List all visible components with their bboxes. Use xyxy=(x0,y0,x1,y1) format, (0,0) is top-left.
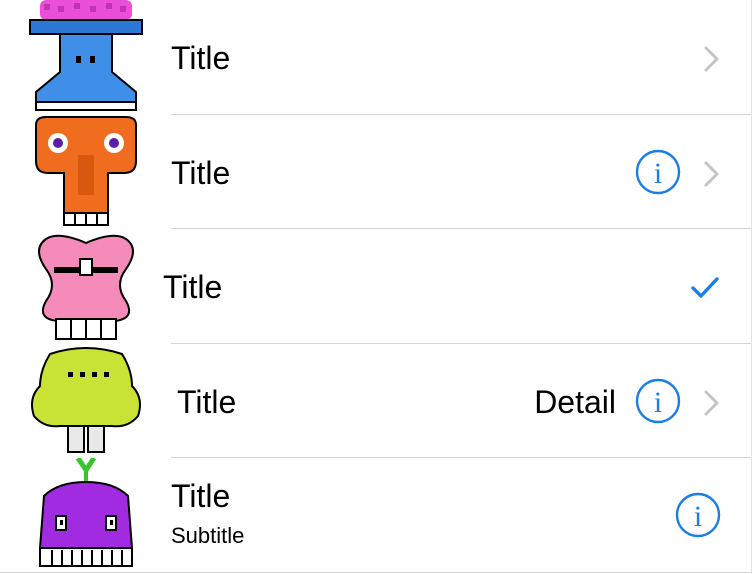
orange-monster-icon xyxy=(35,116,137,226)
cell-title: Title xyxy=(171,478,231,514)
cell-title: Title xyxy=(177,384,237,420)
table-row[interactable]: Title xyxy=(0,229,751,343)
blue-monster-icon xyxy=(29,0,143,111)
cell-subtitle: Subtitle xyxy=(171,523,245,548)
table-row[interactable]: Title i xyxy=(0,115,751,229)
pink-monster-icon xyxy=(38,234,134,340)
green-monster-icon xyxy=(31,347,141,453)
table-row[interactable]: Title xyxy=(0,0,751,114)
svg-text:i: i xyxy=(654,157,662,190)
chevron-right-icon xyxy=(704,161,719,187)
checkmark-icon xyxy=(691,277,719,298)
cell-detail: Detail xyxy=(534,384,616,420)
svg-text:i: i xyxy=(694,500,702,533)
table-row[interactable]: Title Detail i xyxy=(0,344,751,458)
cell-title: Title xyxy=(163,269,223,305)
svg-text:i: i xyxy=(654,386,662,419)
purple-monster-icon xyxy=(38,458,134,567)
chevron-right-icon xyxy=(704,46,719,72)
info-icon[interactable]: i xyxy=(675,492,721,538)
cell-title: Title xyxy=(171,40,231,76)
info-icon[interactable]: i xyxy=(635,378,681,424)
info-icon[interactable]: i xyxy=(635,149,681,195)
table-view: Title Title i Title Title Detail i Title… xyxy=(0,0,752,574)
chevron-right-icon xyxy=(704,390,719,416)
cell-title: Title xyxy=(171,155,231,191)
table-row[interactable]: Title Subtitle i xyxy=(0,458,751,572)
row-separator xyxy=(0,572,751,573)
